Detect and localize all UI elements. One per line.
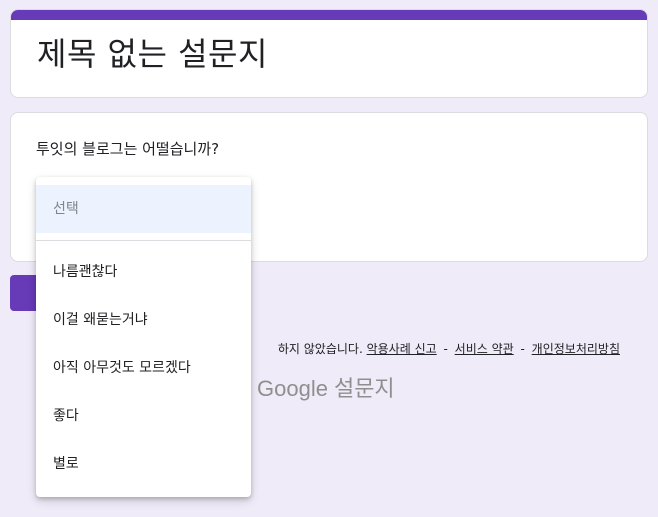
dropdown-option[interactable]: 별로: [36, 440, 251, 488]
dropdown-divider: [36, 240, 251, 241]
footer-separator: -: [443, 342, 448, 356]
dropdown-option[interactable]: 좋다: [36, 392, 251, 440]
form-title: 제목 없는 설문지: [37, 35, 268, 73]
privacy-policy-link[interactable]: 개인정보처리방침: [532, 342, 620, 356]
footer-separator: -: [520, 342, 525, 356]
report-abuse-link[interactable]: 악용사례 신고: [367, 342, 437, 356]
title-accent-bar: [11, 10, 647, 20]
dropdown-option[interactable]: 나름괜찮다: [36, 248, 251, 296]
google-forms-logo[interactable]: Google 설문지: [257, 374, 395, 405]
form-title-card: 제목 없는 설문지: [10, 9, 648, 98]
forms-wordmark: 설문지: [333, 377, 395, 402]
dropdown-option[interactable]: 이걸 왜묻는거냐: [36, 296, 251, 344]
form-page: 제목 없는 설문지 투잇의 블로그는 어떨습니까? 하지 않았습니다. 악용사례…: [0, 0, 658, 517]
dropdown-option-placeholder[interactable]: 선택: [36, 185, 251, 233]
google-wordmark: Google: [257, 376, 328, 401]
answer-dropdown-menu[interactable]: 선택 나름괜찮다 이걸 왜묻는거냐 아직 아무것도 모르겠다 좋다 별로: [36, 177, 251, 497]
footer-notice-text: 하지 않았습니다.: [277, 342, 363, 356]
question-text: 투잇의 블로그는 어떨습니까?: [36, 140, 220, 158]
terms-of-service-link[interactable]: 서비스 약관: [455, 342, 514, 356]
dropdown-option[interactable]: 아직 아무것도 모르겠다: [36, 344, 251, 392]
